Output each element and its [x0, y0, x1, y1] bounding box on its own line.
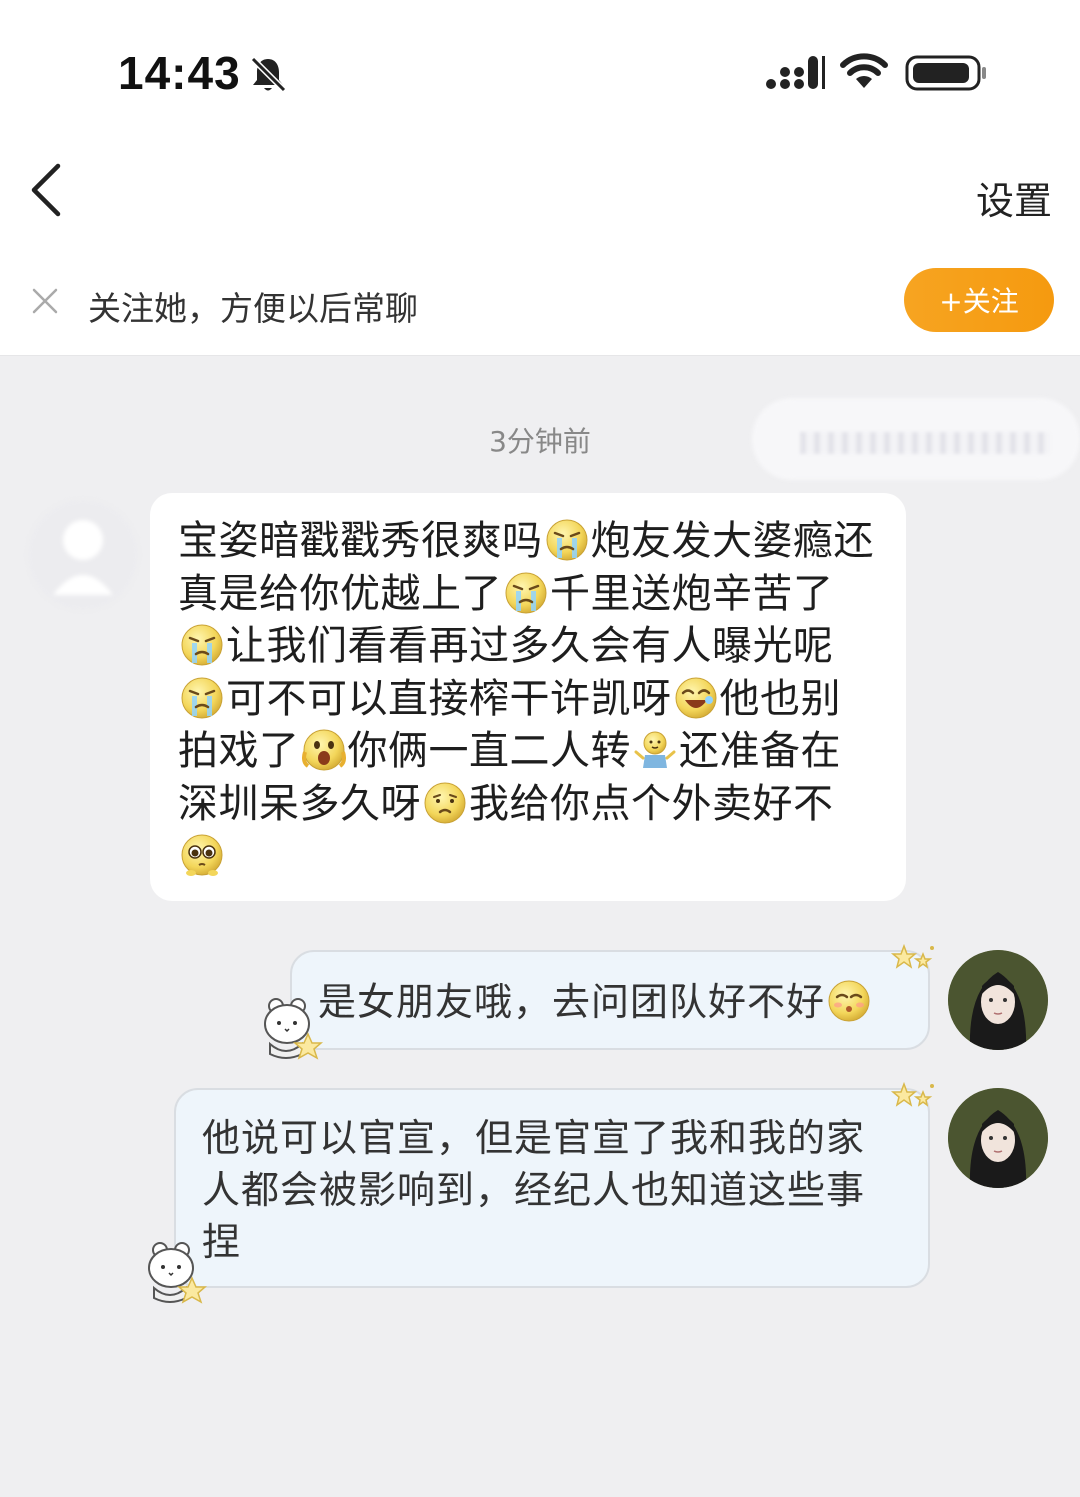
avatar[interactable] — [948, 950, 1048, 1050]
profile-photo-icon — [948, 1088, 1048, 1188]
chevron-left-icon[interactable] — [26, 160, 66, 220]
avatar[interactable] — [948, 1088, 1048, 1188]
bear-sticker-icon — [142, 1240, 212, 1306]
cry-emoji-icon — [180, 676, 224, 720]
star-sticker-icon — [890, 1080, 936, 1114]
status-bar: 14:43 — [0, 0, 1080, 140]
message-text-segment: 你俩一直二人转 — [347, 728, 631, 774]
message-text: 是女朋友哦，去问团队好不好 — [318, 980, 826, 1024]
bear-sticker-icon — [258, 996, 328, 1062]
wink-emoji-icon — [827, 979, 871, 1023]
message-text-segment: 千里送炮辛苦了 — [550, 570, 834, 617]
cry-emoji-icon — [504, 571, 548, 615]
user-silhouette-icon — [53, 520, 113, 595]
star-sticker-icon — [890, 942, 936, 976]
message-text-segment: 让我们看看再过多久会有人曝光呢 — [226, 623, 834, 669]
nav-bar: 设置 — [0, 140, 1080, 250]
wifi-icon — [840, 53, 888, 88]
settings-button[interactable]: 设置 — [976, 170, 1052, 225]
status-time: 14:43 — [118, 47, 241, 99]
message-bubble-incoming[interactable]: 宝姿暗戳戳秀很爽吗 炮友发大婆瘾还真是给你优越上了 千里送炮辛苦了让我们看看再过多久… — [150, 493, 906, 901]
message-text-segment: 可不可以直接榨干许凯呀 — [226, 675, 672, 722]
message-text: 他说可以官宣，但是官宣了我和我的家人都会被影响到，经纪人也知道这些事捏 — [202, 1116, 866, 1264]
signal-icon — [766, 56, 825, 89]
message-text: 宝姿暗戳戳秀很爽吗 炮友发大婆瘾还真是给你优越上了 千里送炮辛苦了让我们看看再过多久… — [178, 515, 876, 883]
message-bubble-outgoing[interactable]: 他说可以官宣，但是官宣了我和我的家人都会被影响到，经纪人也知道这些事捏 — [174, 1088, 930, 1288]
follow-prompt-text: 关注她，方便以后常聊 — [88, 289, 418, 328]
bell-off-icon — [250, 56, 287, 93]
message-text-segment: 我给你点个外卖好不 — [469, 780, 834, 827]
pout-emoji-icon — [423, 781, 467, 825]
follow-banner: 关注她，方便以后常聊 +关注 — [0, 250, 1080, 356]
laugh-emoji-icon — [674, 676, 718, 720]
message-text-segment: 宝姿暗戳戳秀很爽吗 — [178, 518, 543, 564]
message-bubble-outgoing[interactable]: 是女朋友哦，去问团队好不好 — [290, 950, 930, 1050]
pleading-emoji-icon — [180, 833, 224, 877]
dance-emoji-icon — [633, 728, 677, 772]
close-icon[interactable] — [30, 286, 60, 316]
cry-emoji-icon — [545, 518, 589, 562]
battery-icon — [905, 55, 986, 91]
avatar[interactable] — [28, 500, 138, 610]
cry-emoji-icon — [180, 623, 224, 667]
profile-photo-icon — [948, 950, 1048, 1050]
follow-button[interactable]: +关注 — [904, 268, 1054, 332]
redacted-line — [800, 432, 1050, 454]
scream-emoji-icon — [302, 728, 346, 772]
